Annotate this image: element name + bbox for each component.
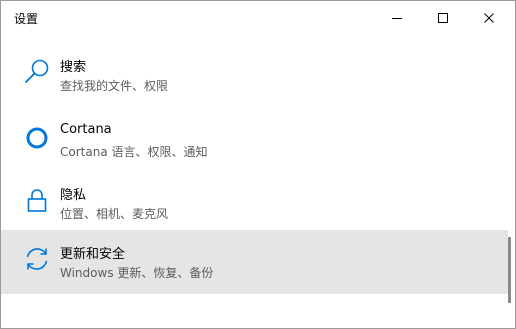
close-icon	[484, 13, 494, 23]
minimize-icon	[392, 18, 402, 19]
minimize-button[interactable]	[374, 1, 420, 35]
maximize-button[interactable]	[420, 1, 466, 35]
cortana-icon	[26, 127, 48, 149]
settings-item-cortana[interactable]: Cortana Cortana 语言、权限、通知	[1, 109, 508, 173]
item-label: 更新和安全	[60, 247, 126, 262]
close-button[interactable]	[466, 1, 512, 35]
settings-item-update-security[interactable]: 更新和安全 Windows 更新、恢复、备份	[1, 230, 508, 294]
item-description: Windows 更新、恢复、备份	[60, 266, 214, 280]
settings-item-search[interactable]: 搜索 查找我的文件、权限	[1, 43, 508, 107]
lock-icon	[27, 189, 47, 212]
window-title: 设置	[14, 12, 39, 26]
search-icon	[25, 59, 49, 83]
scrollbar-thumb[interactable]	[508, 237, 511, 303]
item-description: Cortana 语言、权限、通知	[60, 145, 208, 159]
item-label: Cortana	[60, 122, 112, 137]
item-label: 搜索	[60, 60, 87, 75]
maximize-icon	[438, 13, 448, 23]
settings-item-privacy[interactable]: 隐私 位置、相机、麦克风	[1, 171, 508, 235]
title-bar[interactable]: 设置	[1, 1, 515, 35]
settings-window: 设置 搜索 查找我的文件、权限 Cortana Cortana 语言、权限、通知…	[0, 0, 516, 329]
sync-icon	[26, 248, 48, 270]
item-description: 查找我的文件、权限	[60, 79, 169, 93]
item-description: 位置、相机、麦克风	[60, 207, 169, 221]
item-label: 隐私	[60, 188, 87, 203]
